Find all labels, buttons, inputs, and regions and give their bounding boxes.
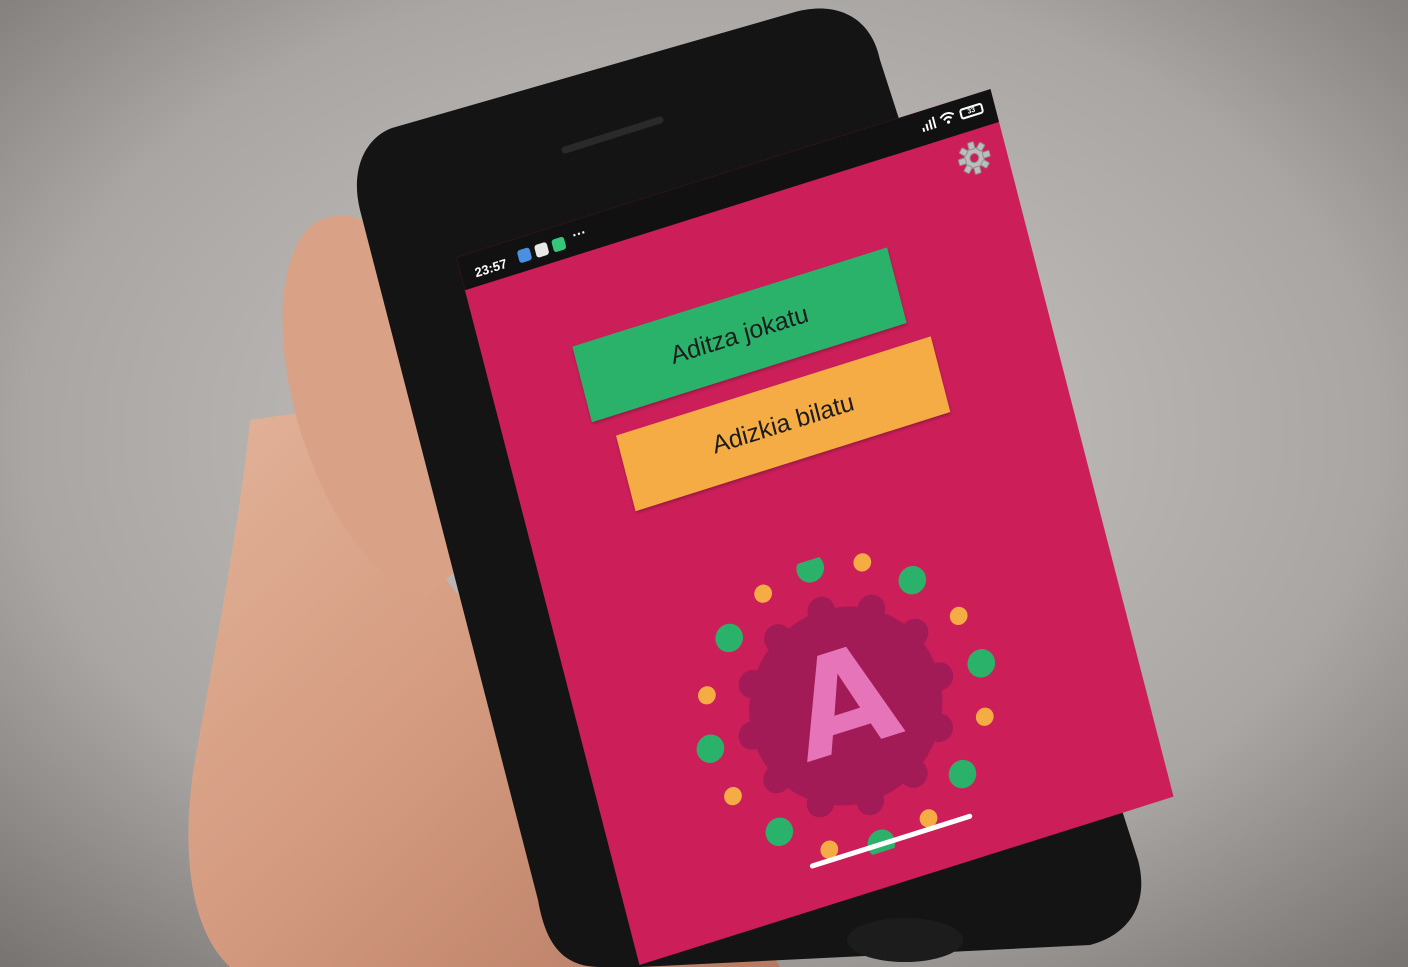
logo-dot-yellow [698, 686, 716, 705]
logo-dot-green [967, 649, 996, 678]
status-time: 23:57 [473, 255, 509, 281]
app-logo: A [696, 553, 996, 859]
notification-app-icon-1 [516, 247, 533, 264]
logo-dot-yellow [975, 707, 994, 726]
logo-dot-green [898, 565, 927, 595]
logo-dot-green [696, 734, 725, 763]
phone-home-button [847, 918, 963, 962]
notification-app-icon-2 [533, 241, 550, 259]
signal-icon [922, 116, 937, 133]
battery-icon: 33 [958, 101, 985, 120]
logo-dot-yellow [724, 786, 742, 806]
logo-dot-green [765, 817, 794, 847]
photo-scene: 23:57 ··· 33 Aditza jokatu Adizkia bilat… [0, 0, 1408, 967]
status-more-indicator: ··· [570, 223, 588, 244]
logo-dot-yellow [754, 584, 773, 603]
logo-dot-green [715, 623, 744, 653]
wifi-icon [939, 112, 955, 124]
logo-dot-yellow [853, 553, 872, 572]
notification-app-icon-3 [551, 236, 567, 253]
logo-dot-yellow [949, 606, 968, 626]
logo-dot-green [948, 759, 977, 789]
gear-icon[interactable] [954, 136, 995, 179]
logo-dot-green [796, 554, 825, 583]
